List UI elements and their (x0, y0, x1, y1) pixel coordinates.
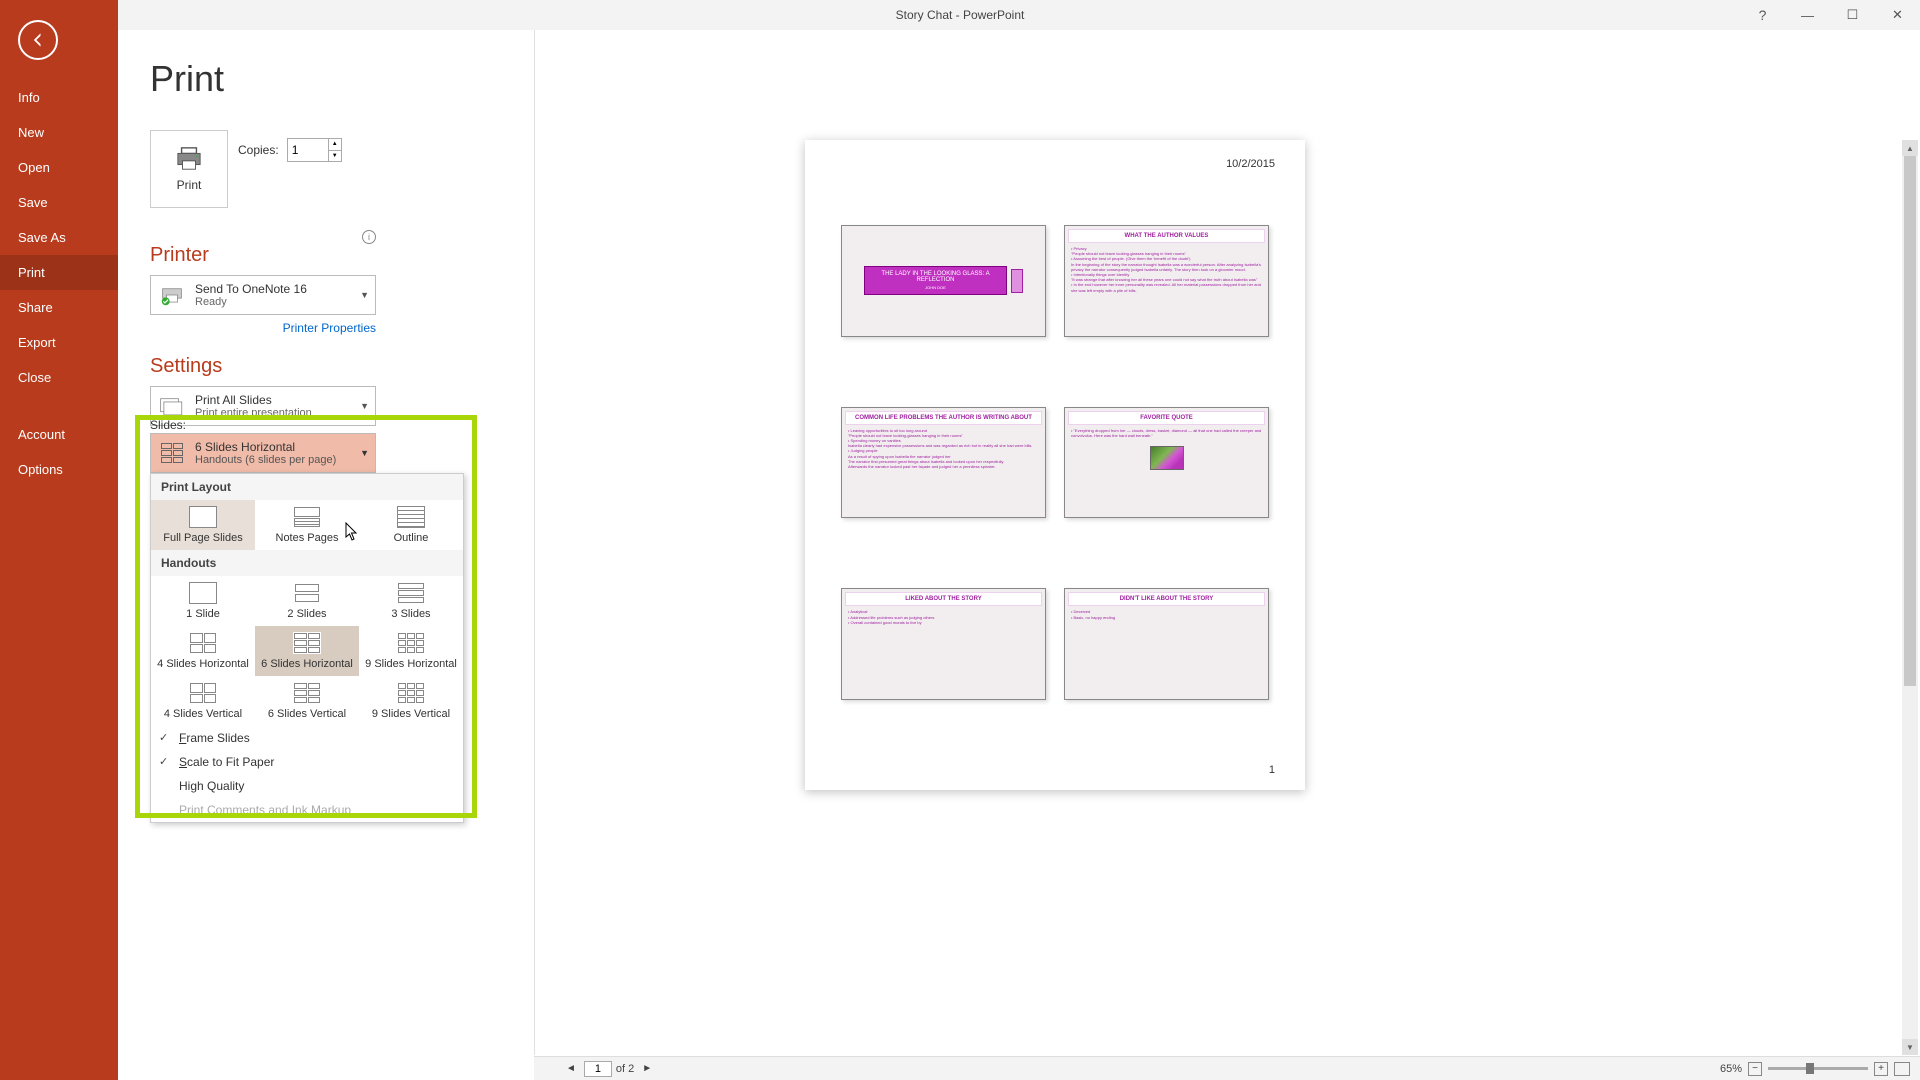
scope-title: Print All Slides (195, 393, 360, 407)
print-content: Print Print Copies: ▲ ▼ i Printer (118, 30, 1920, 1080)
backstage-sidebar: InfoNewOpenSaveSave AsPrintShareExportCl… (0, 0, 118, 1080)
back-arrow-icon (28, 30, 48, 50)
page-prev[interactable]: ◄ (562, 1063, 580, 1074)
zoom-thumb[interactable] (1806, 1063, 1814, 1074)
print-preview-area: 10/2/2015 1 THE LADY IN THE LOOKING GLAS… (534, 30, 1900, 1055)
help-button[interactable]: ? (1740, 0, 1785, 30)
opt-full-page-slides[interactable]: Full Page Slides (151, 500, 255, 550)
layout-sub: Handouts (6 slides per page) (195, 454, 360, 466)
opt-9-slides-h[interactable]: 9 Slides Horizontal (359, 626, 463, 676)
scroll-down[interactable]: ▼ (1902, 1039, 1918, 1055)
close-button[interactable]: ✕ (1875, 0, 1920, 30)
nav-open[interactable]: Open (0, 150, 118, 185)
opt-1-slide[interactable]: 1 Slide (151, 576, 255, 626)
scroll-thumb[interactable] (1904, 156, 1916, 686)
nav-export[interactable]: Export (0, 325, 118, 360)
nav-new[interactable]: New (0, 115, 118, 150)
opt-notes-pages[interactable]: Notes Pages (255, 500, 359, 550)
chk-scale-to-fit[interactable]: ✓Scale to Fit Paper (151, 750, 463, 774)
nav-options[interactable]: Options (0, 452, 118, 487)
slides-all-icon (157, 391, 187, 421)
preview-slide-6: DIDN'T LIKE ABOUT THE STORY• Deceived• B… (1064, 588, 1269, 700)
nav-print[interactable]: Print (0, 255, 118, 290)
preview-page-number: 1 (1269, 764, 1275, 776)
preview-slide-3: COMMON LIFE PROBLEMS THE AUTHOR IS WRITI… (841, 407, 1046, 519)
chk-print-comments: Print Comments and Ink Markup (151, 798, 463, 822)
opt-3-slides[interactable]: 3 Slides (359, 576, 463, 626)
zoom-slider[interactable] (1768, 1067, 1868, 1070)
copies-field[interactable] (288, 139, 328, 161)
preview-date: 10/2/2015 (1226, 158, 1275, 170)
chevron-down-icon: ▼ (360, 448, 369, 458)
preview-slide-5: LIKED ABOUT THE STORY• Analytical• Addre… (841, 588, 1046, 700)
preview-scrollbar[interactable]: ▲ ▼ (1902, 140, 1918, 1055)
opt-2-slides[interactable]: 2 Slides (255, 576, 359, 626)
layout-menu: Print Layout Full Page Slides Notes Page… (150, 473, 464, 823)
printer-dropdown[interactable]: Send To OneNote 16 Ready ▼ (150, 275, 376, 315)
chevron-down-icon: ▼ (360, 290, 369, 300)
nav-info[interactable]: Info (0, 80, 118, 115)
preview-page: 10/2/2015 1 THE LADY IN THE LOOKING GLAS… (805, 140, 1305, 790)
copies-input[interactable]: ▲ ▼ (287, 138, 342, 162)
handout-6h-icon (157, 438, 187, 468)
page-current-input[interactable] (584, 1061, 612, 1077)
printer-status: Ready (195, 296, 360, 308)
nav-share[interactable]: Share (0, 290, 118, 325)
printer-status-icon (157, 280, 187, 310)
copies-down[interactable]: ▼ (329, 151, 341, 162)
maximize-button[interactable]: ☐ (1830, 0, 1875, 30)
chevron-down-icon: ▼ (360, 401, 369, 411)
printer-heading: Printer (150, 244, 376, 267)
copies-up[interactable]: ▲ (329, 139, 341, 151)
minimize-button[interactable]: — (1785, 0, 1830, 30)
opt-6-slides-h[interactable]: 6 Slides Horizontal (255, 626, 359, 676)
nav-close[interactable]: Close (0, 360, 118, 395)
layout-title: 6 Slides Horizontal (195, 440, 360, 454)
scope-sub: Print entire presentation (195, 407, 360, 419)
opt-9-slides-v[interactable]: 9 Slides Vertical (359, 676, 463, 726)
scroll-up[interactable]: ▲ (1902, 140, 1918, 156)
print-button[interactable]: Print (150, 130, 228, 208)
opt-6-slides-v[interactable]: 6 Slides Vertical (255, 676, 359, 726)
preview-slide-2: WHAT THE AUTHOR VALUES• Privacy "People … (1064, 225, 1269, 337)
printer-info-icon[interactable]: i (362, 230, 376, 244)
chk-frame-slides[interactable]: ✓Frame Slides (151, 726, 463, 750)
opt-4-slides-h[interactable]: 4 Slides Horizontal (151, 626, 255, 676)
page-total: of 2 (616, 1063, 634, 1075)
zoom-in-button[interactable]: + (1874, 1062, 1888, 1076)
printer-icon (174, 146, 204, 172)
printer-name: Send To OneNote 16 (195, 282, 360, 296)
titlebar: Story Chat - PowerPoint ? — ☐ ✕ (0, 0, 1920, 30)
check-icon: ✓ (159, 755, 168, 768)
opt-4-slides-v[interactable]: 4 Slides Vertical (151, 676, 255, 726)
preview-slide-1: THE LADY IN THE LOOKING GLASS: A REFLECT… (841, 225, 1046, 337)
check-icon: ✓ (159, 731, 168, 744)
window-title: Story Chat - PowerPoint (896, 8, 1025, 22)
layout-dropdown[interactable]: 6 Slides Horizontal Handouts (6 slides p… (150, 433, 376, 473)
print-button-label: Print (177, 178, 202, 192)
fit-to-window-button[interactable] (1894, 1062, 1910, 1076)
nav-account[interactable]: Account (0, 417, 118, 452)
zoom-out-button[interactable]: − (1748, 1062, 1762, 1076)
zoom-percent: 65% (1720, 1063, 1742, 1075)
preview-bottom-bar: ◄ of 2 ► 65% − + (534, 1056, 1920, 1080)
layout-menu-header: Print Layout (151, 474, 463, 500)
printer-properties-link[interactable]: Printer Properties (150, 321, 376, 335)
nav-save[interactable]: Save (0, 185, 118, 220)
slides-field-label: Slides: (150, 418, 186, 432)
handouts-menu-header: Handouts (151, 550, 463, 576)
chk-high-quality[interactable]: High Quality (151, 774, 463, 798)
back-button[interactable] (18, 20, 58, 60)
opt-outline[interactable]: Outline (359, 500, 463, 550)
settings-heading: Settings (150, 355, 530, 378)
copies-label: Copies: (238, 143, 279, 157)
nav-save-as[interactable]: Save As (0, 220, 118, 255)
preview-slide-4: FAVORITE QUOTE• "Everything dropped from… (1064, 407, 1269, 519)
page-next[interactable]: ► (638, 1063, 656, 1074)
